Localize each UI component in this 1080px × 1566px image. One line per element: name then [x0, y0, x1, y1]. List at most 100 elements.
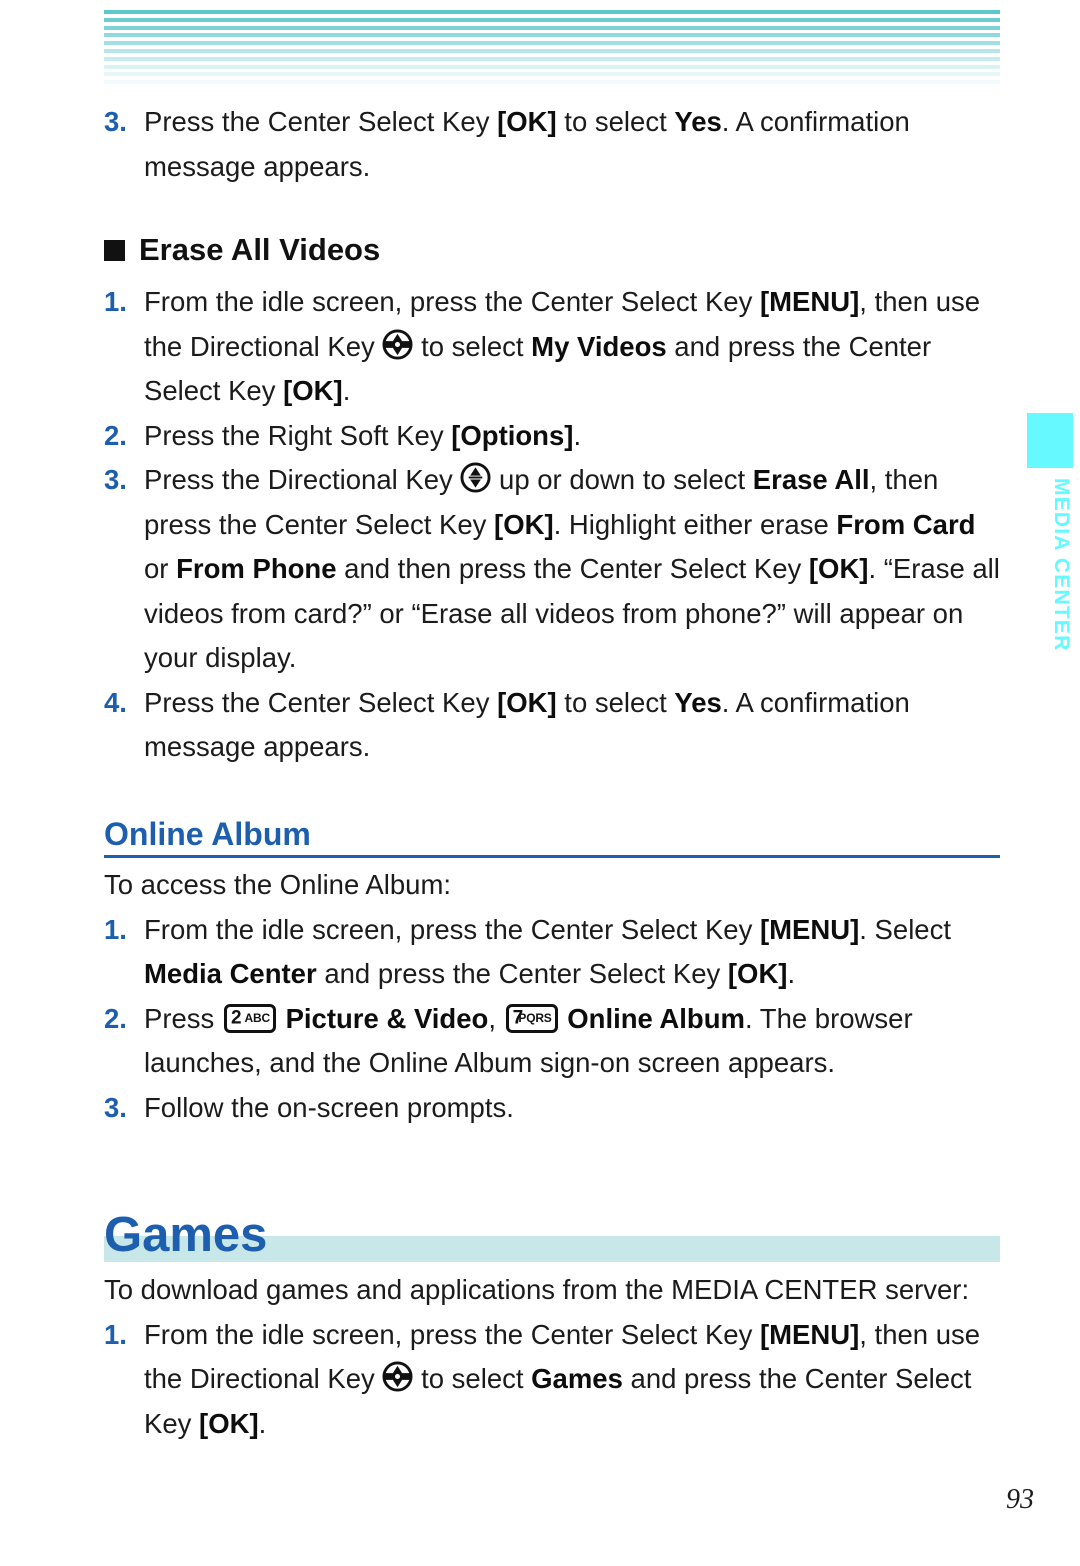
step-text: From the idle screen, press the Center S… [144, 1319, 980, 1439]
emphasized-text: [OK] [497, 106, 557, 137]
keypad-key-7-icon: 7 PQRS [505, 1003, 558, 1033]
emphasized-text: [OK] [497, 686, 557, 718]
emphasized-text: Games [531, 1363, 623, 1394]
step-number: 1. [104, 1318, 127, 1350]
emphasized-text: My Videos [531, 330, 667, 362]
plain-text: Follow the on-screen prompts. [144, 1091, 514, 1123]
header-stripe [104, 64, 1000, 69]
step-text: Press the Right Soft Key [Options]. [144, 420, 581, 451]
section-divider-rule [104, 854, 1000, 858]
numbered-step: 1. From the idle screen, press the Cente… [104, 280, 1000, 414]
plain-text: Press the Center Select Key [144, 106, 498, 137]
directional-key-4way-icon [382, 328, 413, 360]
plain-text: . [573, 419, 582, 451]
step-number: 1. [104, 913, 127, 945]
directional-key-updown-icon [460, 462, 491, 493]
header-stripe [104, 10, 1000, 14]
step-number: 2. [104, 419, 127, 451]
chapter-title: Games [104, 1208, 268, 1262]
emphasized-text: Erase All [752, 464, 870, 495]
chapter-heading-row: Games [104, 1206, 1000, 1268]
step-text: Follow the on-screen prompts. [144, 1092, 514, 1123]
erase-all-videos-heading: Erase All Videos [104, 232, 1000, 268]
emphasized-text: [MENU] [759, 1318, 860, 1350]
numbered-step: 3. Press the Directional Key up or down … [104, 458, 1000, 681]
plain-text: . [342, 375, 351, 406]
emphasized-text: Yes [674, 106, 722, 137]
plain-text: and press the Center Select Key [316, 958, 728, 989]
subheading-label: Erase All Videos [139, 232, 381, 267]
plain-text [278, 1003, 286, 1034]
plain-text: From the idle screen, press the Center S… [144, 286, 760, 317]
emphasized-text: [MENU] [759, 286, 860, 317]
games-chapter-heading: Games [104, 1206, 1000, 1268]
games-body: To download games and applications from … [104, 1268, 1000, 1446]
side-index-tab: MEDIA CENTER [1027, 413, 1073, 678]
emphasized-text: [OK] [808, 553, 869, 584]
header-stripe [104, 17, 1000, 22]
numbered-step: 3. Press the Center Select Key [OK] to s… [104, 100, 1000, 189]
plain-text: . Highlight either erase [553, 508, 837, 540]
plain-text: to select [413, 330, 532, 362]
section-intro-text: To download games and applications from … [104, 1274, 970, 1305]
step-number: 3. [104, 464, 127, 495]
striped-header-decoration [104, 10, 1000, 88]
step-number: 3. [104, 106, 127, 137]
subheading-row: Erase All Videos [104, 232, 1000, 268]
step-text: From the idle screen, press the Center S… [144, 914, 951, 990]
step-text: Press the Center Select Key [OK] to sele… [144, 106, 910, 182]
emphasized-text: Online Album [567, 1002, 745, 1034]
plain-text: and then press the Center Select Key [336, 553, 809, 584]
emphasized-text: [MENU] [759, 913, 860, 945]
numbered-step: 1. From the idle screen, press the Cente… [104, 1313, 1000, 1447]
plain-text: or [144, 553, 177, 584]
plain-text: Press the Right Soft Key [144, 419, 452, 451]
step-number: 4. [104, 686, 127, 718]
header-stripe [104, 41, 1000, 46]
step-number: 1. [104, 286, 127, 317]
numbered-step: 1. From the idle screen, press the Cente… [104, 908, 1000, 997]
plain-text: From the idle screen, press the Center S… [144, 913, 760, 945]
plain-text: to select [556, 686, 675, 718]
header-stripe [104, 80, 1000, 85]
page-number: 93 [1006, 1484, 1034, 1515]
emphasized-text: Yes [674, 686, 722, 718]
emphasized-text: Media Center [144, 958, 317, 989]
keypad-key-letters: PQRS [518, 1011, 552, 1025]
plain-text: . [258, 1407, 267, 1439]
step-number: 3. [104, 1091, 127, 1123]
numbered-step: 3. Follow the on-screen prompts. [104, 1086, 1000, 1131]
online-album-section-heading: Online Album [104, 816, 1000, 858]
numbered-step: 4. Press the Center Select Key [OK] to s… [104, 681, 1000, 770]
keypad-key-digit: 2 [230, 1007, 242, 1029]
erase-all-videos-steps: 1. From the idle screen, press the Cente… [104, 280, 1000, 770]
header-stripe [104, 56, 1000, 61]
emphasized-text: [OK] [283, 375, 343, 406]
header-stripe [104, 33, 1000, 38]
side-tab-label: MEDIA CENTER [1050, 478, 1073, 652]
directional-key-4way-icon [382, 1361, 413, 1392]
step-text: Press the Center Select Key [OK] to sele… [144, 687, 910, 763]
plain-text: to select [413, 1363, 532, 1394]
keypad-key-letters: ABC [244, 1011, 271, 1025]
header-stripe [104, 48, 1000, 53]
emphasized-text: [OK] [727, 958, 788, 989]
section-title: Online Album [104, 816, 311, 852]
online-album-body: To access the Online Album: 1. From the … [104, 863, 1000, 1130]
plain-text: Press [144, 1002, 222, 1034]
plain-text: to select [556, 106, 675, 137]
emphasized-text: [OK] [199, 1407, 259, 1439]
emphasized-text: [Options] [451, 419, 574, 451]
step-text: From the idle screen, press the Center S… [144, 286, 980, 406]
emphasized-text: Picture & Video [285, 1002, 489, 1034]
step-number: 2. [104, 1002, 127, 1034]
numbered-step: 2. Press the Right Soft Key [Options]. [104, 414, 1000, 459]
keypad-key-2-icon: 2 ABC [223, 1003, 276, 1033]
top-step-block: 3. Press the Center Select Key [OK] to s… [104, 100, 1000, 189]
header-stripe [104, 72, 1000, 77]
header-stripe [104, 25, 1000, 30]
step-text: Press the Directional Key up or down to … [144, 462, 1000, 673]
emphasized-text: From Phone [176, 553, 337, 584]
emphasized-text: [OK] [494, 508, 554, 540]
side-tab-color-block [1027, 413, 1073, 468]
